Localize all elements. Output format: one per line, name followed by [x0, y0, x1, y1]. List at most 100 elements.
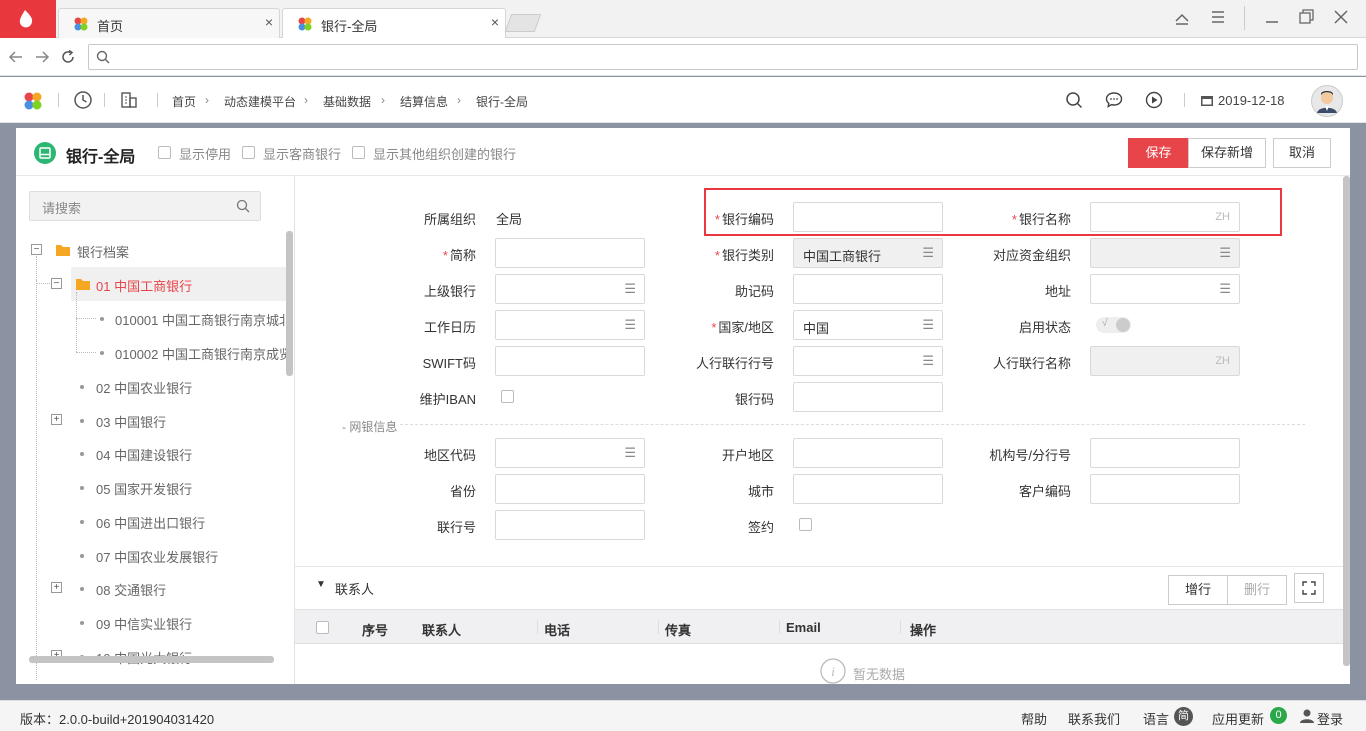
short-name-input[interactable] — [495, 238, 645, 268]
tab-home[interactable]: 首页 × — [58, 8, 280, 38]
column-header[interactable]: 联系人 — [422, 620, 461, 639]
building-icon[interactable] — [119, 90, 139, 110]
search-icon[interactable] — [236, 199, 250, 213]
tree-vertical-scrollbar[interactable] — [286, 231, 293, 376]
customer-code-input[interactable] — [1090, 474, 1240, 504]
avatar[interactable] — [1311, 85, 1343, 117]
pbc-no-select[interactable]: ☰ — [793, 346, 943, 376]
list-icon[interactable]: ☰ — [1219, 281, 1231, 297]
tree-item-010002[interactable]: 010002 中国工商银行南京成贤 — [16, 335, 292, 369]
parent-bank-select[interactable]: ☰ — [495, 274, 645, 304]
breadcrumb-home[interactable]: 首页 — [172, 93, 196, 110]
language-badge[interactable]: 简 — [1174, 707, 1193, 726]
country-select[interactable]: 中国 ☰ — [793, 310, 943, 340]
section-ebank-label[interactable]: - 网银信息 — [342, 418, 397, 435]
list-icon[interactable]: ☰ — [624, 281, 636, 297]
login-link[interactable]: 登录 — [1317, 709, 1343, 728]
tree-item-09[interactable]: 09 中信实业银行 — [16, 605, 286, 639]
expand-icon[interactable]: + — [51, 414, 62, 425]
new-tab-button[interactable] — [504, 14, 542, 32]
tab-close-icon[interactable]: × — [265, 14, 273, 30]
address-select[interactable]: ☰ — [1090, 274, 1240, 304]
province-input[interactable] — [495, 474, 645, 504]
skin-icon[interactable] — [1174, 10, 1190, 26]
close-window-icon[interactable] — [1332, 8, 1350, 26]
history-icon[interactable] — [73, 90, 93, 110]
swift-input[interactable] — [495, 346, 645, 376]
sign-checkbox[interactable] — [799, 518, 812, 531]
bank-type-select[interactable]: 中国工商银行 ☰ — [793, 238, 943, 268]
tree-item-07[interactable]: 07 中国农业发展银行 — [16, 538, 286, 572]
tree-item-03[interactable]: + 03 中国银行 — [16, 403, 286, 437]
breadcrumb-basic-data[interactable]: 基础数据 — [323, 93, 371, 110]
list-icon[interactable]: ☰ — [624, 317, 636, 333]
column-header[interactable]: 传真 — [665, 620, 691, 639]
refresh-icon[interactable] — [60, 49, 76, 65]
tab-bank-global[interactable]: 银行-全局 × — [282, 8, 506, 38]
message-icon[interactable] — [1105, 91, 1123, 109]
list-icon[interactable]: ☰ — [922, 245, 934, 261]
url-input[interactable] — [88, 44, 1358, 70]
tree-horizontal-scrollbar[interactable] — [29, 656, 274, 663]
form-vertical-scrollbar[interactable] — [1343, 176, 1350, 666]
app-logo-icon[interactable] — [23, 91, 43, 111]
tree-item-06[interactable]: 06 中国进出口银行 — [16, 504, 286, 538]
joint-no-input[interactable] — [495, 510, 645, 540]
status-toggle[interactable]: √ — [1096, 317, 1131, 333]
tree-item-05[interactable]: 05 国家开发银行 — [16, 470, 286, 504]
column-header[interactable]: 操作 — [910, 620, 936, 639]
play-icon[interactable] — [1145, 91, 1163, 109]
pbc-name-input[interactable]: ZH — [1090, 346, 1240, 376]
tree-item-010001[interactable]: 010001 中国工商银行南京城北 — [16, 301, 292, 335]
language-link[interactable]: 语言 — [1143, 709, 1169, 728]
delete-row-button[interactable]: 删行 — [1227, 575, 1287, 605]
collapse-icon[interactable]: − — [31, 244, 42, 255]
search-icon[interactable] — [1065, 91, 1083, 109]
list-icon[interactable]: ☰ — [1219, 245, 1231, 261]
list-icon[interactable]: ☰ — [922, 353, 934, 369]
mnemonic-input[interactable] — [793, 274, 943, 304]
tree-item-04[interactable]: 04 中国建设银行 — [16, 436, 286, 470]
save-button[interactable]: 保存 — [1128, 138, 1189, 168]
minimize-icon[interactable] — [1264, 10, 1280, 26]
collapse-triangle-icon[interactable]: ▼ — [316, 579, 326, 590]
help-link[interactable]: 帮助 — [1021, 709, 1047, 728]
tree-item-02[interactable]: 02 中国农业银行 — [16, 369, 286, 403]
select-all-checkbox[interactable] — [316, 621, 329, 634]
app-update-link[interactable]: 应用更新 — [1212, 709, 1264, 728]
expand-icon[interactable]: + — [51, 582, 62, 593]
restore-icon[interactable] — [1298, 8, 1316, 26]
show-other-org-checkbox[interactable] — [352, 146, 365, 159]
show-merchant-bank-checkbox[interactable] — [242, 146, 255, 159]
column-header[interactable]: 电话 — [544, 620, 570, 639]
language-tag[interactable]: ZH — [1215, 355, 1230, 367]
fund-org-select[interactable]: ☰ — [1090, 238, 1240, 268]
list-icon[interactable]: ☰ — [922, 317, 934, 333]
iban-checkbox[interactable] — [501, 390, 514, 403]
back-icon[interactable] — [8, 49, 24, 65]
calendar-select[interactable]: ☰ — [495, 310, 645, 340]
tree-item-08[interactable]: + 08 交通银行 — [16, 571, 286, 605]
collapse-icon[interactable]: − — [51, 278, 62, 289]
forward-icon[interactable] — [34, 49, 50, 65]
city-input[interactable] — [793, 474, 943, 504]
tree-root[interactable]: − 银行档案 — [16, 233, 286, 267]
area-code-select[interactable]: ☰ — [495, 438, 645, 468]
bank-no-input[interactable] — [793, 382, 943, 412]
cancel-button[interactable]: 取消 — [1273, 138, 1331, 168]
tree-search-input[interactable]: 请搜索 — [29, 191, 261, 221]
fullscreen-button[interactable] — [1294, 573, 1324, 603]
show-disabled-checkbox[interactable] — [158, 146, 171, 159]
menu-icon[interactable] — [1210, 9, 1226, 25]
column-header[interactable]: Email — [786, 620, 821, 635]
branch-input[interactable] — [1090, 438, 1240, 468]
list-icon[interactable]: ☰ — [624, 445, 636, 461]
breadcrumb-platform[interactable]: 动态建模平台 — [224, 93, 296, 110]
breadcrumb-settlement[interactable]: 结算信息 — [400, 93, 448, 110]
browser-logo-icon[interactable] — [0, 0, 56, 38]
add-row-button[interactable]: 增行 — [1168, 575, 1228, 605]
tab-close-icon[interactable]: × — [491, 14, 499, 30]
save-new-button[interactable]: 保存新增 — [1188, 138, 1266, 168]
contact-us-link[interactable]: 联系我们 — [1068, 709, 1120, 728]
open-area-input[interactable] — [793, 438, 943, 468]
